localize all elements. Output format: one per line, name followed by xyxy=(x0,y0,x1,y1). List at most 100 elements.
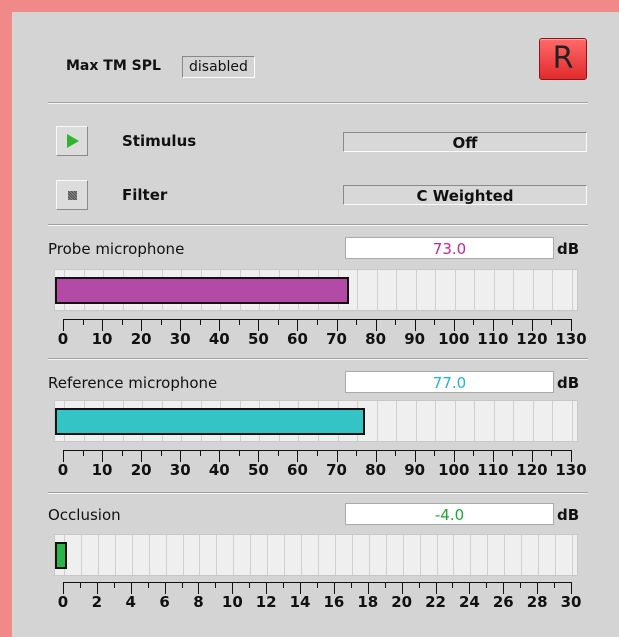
meter-grid-line xyxy=(419,535,421,575)
meter-grid-line xyxy=(396,270,398,310)
occlusion-meter xyxy=(54,534,578,576)
separator xyxy=(48,358,588,360)
meter-grid-line xyxy=(357,270,359,310)
minor-tick xyxy=(395,450,397,456)
tick-label: 130 xyxy=(555,330,587,348)
tick-label: 10 xyxy=(91,461,113,479)
minor-tick xyxy=(277,319,279,325)
tick-label: 30 xyxy=(560,593,582,611)
minor-tick xyxy=(418,582,420,588)
filter-label: Filter xyxy=(122,186,168,204)
meter-grid-line xyxy=(301,535,303,575)
meter-grid-line xyxy=(114,535,116,575)
stimulus-value: Off xyxy=(343,132,587,152)
tick-label: 30 xyxy=(169,330,191,348)
stop-icon xyxy=(68,191,77,200)
separator xyxy=(48,102,588,104)
minor-tick xyxy=(121,319,123,325)
minor-tick xyxy=(520,582,522,588)
tick-label: 26 xyxy=(492,593,514,611)
meter-grid-line xyxy=(267,535,269,575)
tick-label: 22 xyxy=(425,593,446,611)
meter-grid-line xyxy=(216,535,218,575)
meter-grid-line xyxy=(474,270,476,310)
tick-label: 14 xyxy=(289,593,311,611)
tick-label: 6 xyxy=(159,593,170,611)
settings-panel: Max TM SPL disabled R Stimulus Off Filte… xyxy=(12,12,619,637)
minor-tick xyxy=(350,582,352,588)
stimulus-label: Stimulus xyxy=(122,132,197,150)
reference-mic-unit: dB xyxy=(557,374,580,392)
meter-grid-line xyxy=(532,401,534,441)
occlusion-unit: dB xyxy=(557,506,580,524)
meter-grid-line xyxy=(538,535,540,575)
max-tm-spl-label: Max TM SPL xyxy=(66,58,161,74)
minor-tick xyxy=(79,582,81,588)
minor-tick xyxy=(160,319,162,325)
meter-grid-line xyxy=(552,401,554,441)
minor-tick xyxy=(249,582,251,588)
minor-tick xyxy=(486,582,488,588)
meter-grid-line xyxy=(513,401,515,441)
minor-tick xyxy=(317,319,318,325)
tick-label: 120 xyxy=(516,330,548,348)
occlusion-level-bar xyxy=(55,542,68,569)
minor-tick xyxy=(395,319,397,325)
tick-label: 4 xyxy=(125,593,136,611)
occlusion-scale: 0 2 4 6 8 10 12 14 16 18 20 22 24 26 28 30 xyxy=(12,582,619,614)
meter-grid-line xyxy=(402,535,404,575)
tick-label: 16 xyxy=(323,593,345,611)
filter-value: C Weighted xyxy=(343,185,587,205)
meter-grid-line xyxy=(182,535,184,575)
probe-mic-meter xyxy=(54,269,578,311)
play-icon xyxy=(67,134,79,148)
stimulus-play-button[interactable] xyxy=(56,126,88,156)
occlusion-label: Occlusion xyxy=(48,506,121,524)
tick-label: 70 xyxy=(326,330,347,348)
minor-tick xyxy=(384,582,386,588)
tick-label: 80 xyxy=(365,330,387,348)
minor-tick xyxy=(551,319,553,325)
meter-grid-line xyxy=(555,535,557,575)
meter-grid-line xyxy=(552,270,554,310)
meter-grid-line xyxy=(470,535,472,575)
tick-label: 8 xyxy=(193,593,204,611)
meter-grid-line xyxy=(493,401,495,441)
minor-tick xyxy=(356,319,358,325)
tick-label: 90 xyxy=(404,330,426,348)
tick-label: 28 xyxy=(526,593,548,611)
minor-tick xyxy=(317,450,318,456)
probe-mic-unit: dB xyxy=(557,240,580,258)
meter-grid-line xyxy=(396,401,398,441)
meter-grid-line xyxy=(284,535,286,575)
separator xyxy=(48,224,588,226)
minor-tick xyxy=(199,319,201,325)
minor-tick xyxy=(434,319,436,325)
meter-grid-line xyxy=(385,535,387,575)
minor-tick xyxy=(356,450,358,456)
minor-tick xyxy=(199,450,201,456)
tick-label: 20 xyxy=(130,330,152,348)
filter-button[interactable] xyxy=(56,180,88,210)
tick-label: 0 xyxy=(57,330,69,348)
meter-grid-line xyxy=(368,535,370,575)
tick-label: 24 xyxy=(458,593,480,611)
tick-label: 2 xyxy=(91,593,103,611)
reference-mic-meter xyxy=(54,400,578,442)
meter-grid-line xyxy=(453,535,455,575)
probe-level-bar xyxy=(55,277,350,304)
meter-grid-line xyxy=(572,270,573,310)
minor-tick xyxy=(434,450,436,456)
meter-grid-line xyxy=(436,535,438,575)
meter-grid-line xyxy=(415,401,417,441)
minor-tick xyxy=(238,319,240,325)
tick-label: 40 xyxy=(208,461,230,479)
tick-label: 0 xyxy=(57,593,69,611)
tick-label: 100 xyxy=(438,330,470,348)
minor-tick xyxy=(512,450,514,456)
r-button[interactable]: R xyxy=(539,38,587,80)
minor-tick xyxy=(82,319,84,325)
tick-label: 50 xyxy=(247,330,269,348)
minor-tick xyxy=(113,582,115,588)
meter-grid-line xyxy=(233,535,235,575)
